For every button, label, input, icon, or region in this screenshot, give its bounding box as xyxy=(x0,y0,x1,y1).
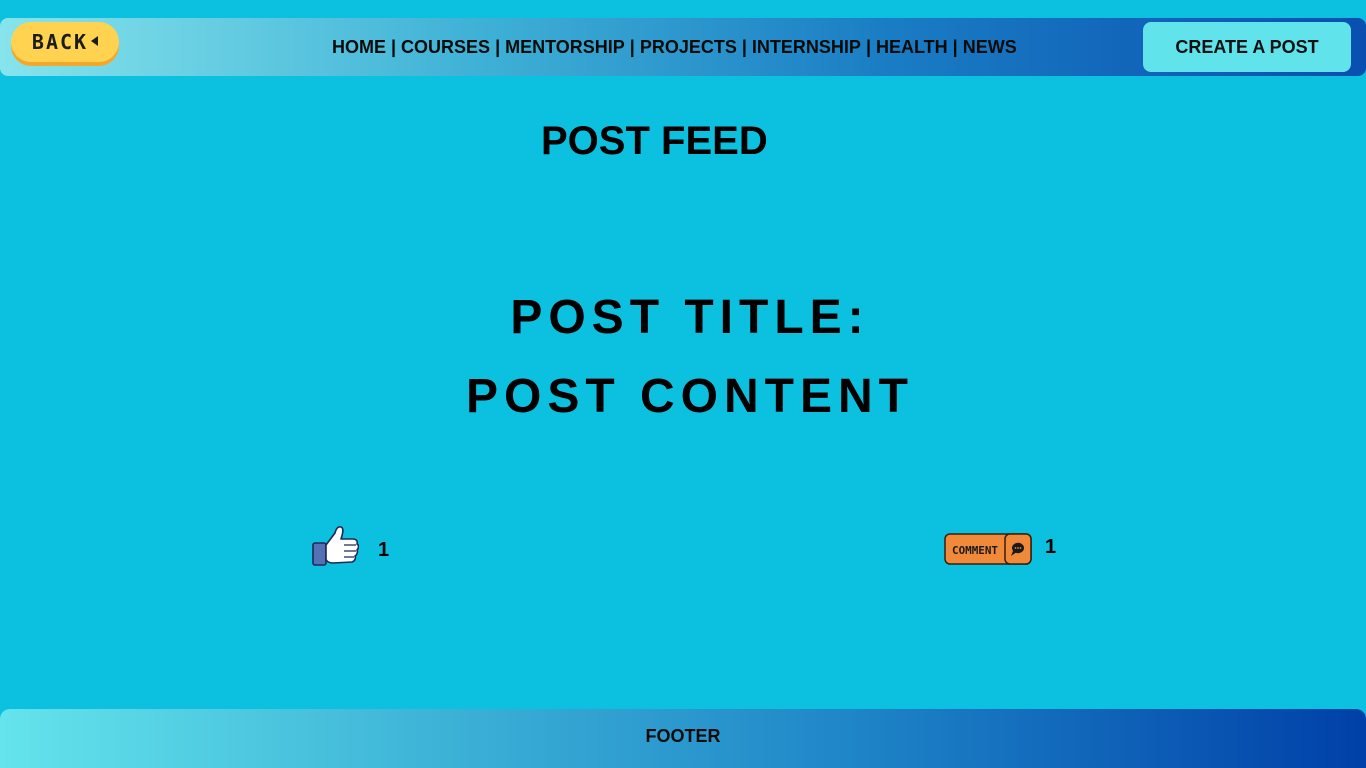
main-nav: HOME | COURSES | MENTORSHIP | PROJECTS |… xyxy=(332,34,1017,60)
nav-separator: | xyxy=(952,36,958,57)
back-button[interactable]: BACK xyxy=(11,22,119,62)
footer-label: FOOTER xyxy=(645,726,721,746)
nav-internship[interactable]: INTERNSHIP xyxy=(752,37,861,58)
nav-separator: | xyxy=(391,36,397,57)
nav-projects[interactable]: PROJECTS xyxy=(640,37,737,58)
post-title-label: POST TITLE: xyxy=(510,291,870,344)
back-button-label: BACK xyxy=(31,30,89,54)
chevron-left-icon xyxy=(91,36,99,46)
comment-button[interactable]: COMMENT xyxy=(944,533,1032,565)
nav-health[interactable]: HEALTH xyxy=(876,37,948,58)
nav-mentorship[interactable]: MENTORSHIP xyxy=(505,37,625,58)
nav-separator: | xyxy=(629,36,635,57)
nav-courses[interactable]: COURSES xyxy=(401,37,490,58)
comment-button-label: COMMENT xyxy=(952,544,998,557)
nav-news[interactable]: NEWS xyxy=(963,37,1017,58)
nav-separator: | xyxy=(865,36,871,57)
nav-separator: | xyxy=(741,36,747,57)
nav-separator: | xyxy=(495,36,501,57)
nav-home[interactable]: HOME xyxy=(332,37,386,58)
like-count: 1 xyxy=(378,539,390,561)
post-content-label: POST CONTENT xyxy=(465,370,914,423)
thumbs-up-icon xyxy=(312,526,360,566)
create-post-button[interactable]: CREATE A POST xyxy=(1143,22,1351,72)
page-title: POST FEED xyxy=(541,119,768,163)
comment-count: 1 xyxy=(1045,536,1057,558)
like-button[interactable] xyxy=(311,524,360,568)
